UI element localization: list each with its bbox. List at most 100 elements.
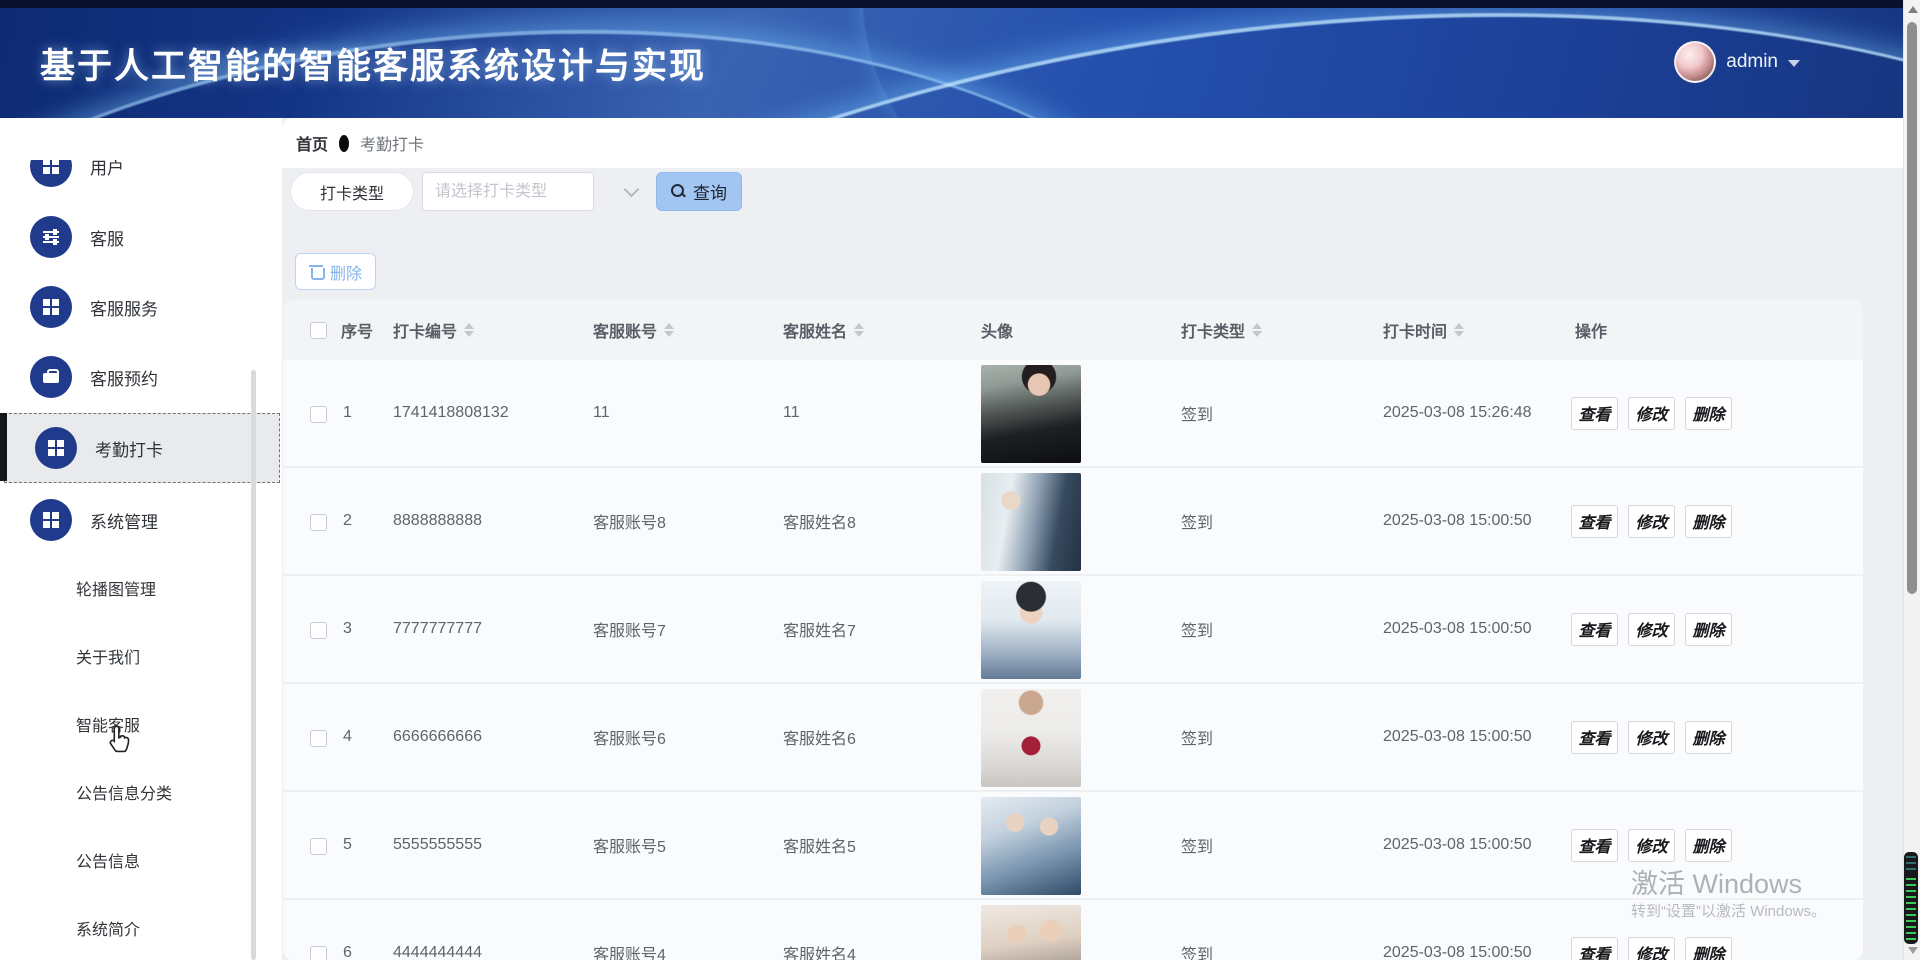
cell-account: 客服账号6 (593, 731, 666, 748)
sidebar-item-system[interactable]: 系统管理 (0, 485, 270, 555)
cell-index: 4 (343, 728, 352, 745)
edit-button[interactable]: 修改 (1628, 936, 1675, 960)
sort-icon[interactable] (664, 323, 675, 337)
cell-time: 2025-03-08 15:00:50 (1383, 836, 1532, 853)
view-button[interactable]: 查看 (1571, 504, 1618, 538)
edit-button[interactable]: 修改 (1628, 612, 1675, 646)
cell-name: 客服姓名7 (783, 623, 856, 640)
cell-index: 3 (343, 620, 352, 637)
table-row: 4 6666666666 客服账号6 客服姓名6 签到 2025-03-08 1… (283, 684, 1863, 792)
sidebar-subitem-notice-category[interactable]: 公告信息分类 (0, 770, 260, 814)
sort-icon[interactable] (1454, 323, 1465, 337)
cell-name: 客服姓名4 (783, 947, 856, 960)
breadcrumb-home[interactable]: 首页 (296, 131, 328, 155)
cell-account: 客服账号5 (593, 839, 666, 856)
sidebar-subitem-carousel[interactable]: 轮播图管理 (0, 566, 260, 610)
scroll-up-arrow-icon[interactable] (1908, 6, 1918, 13)
cell-clock-no: 8888888888 (393, 512, 482, 529)
clock-type-select-input[interactable] (422, 172, 594, 211)
cell-name: 客服姓名8 (783, 515, 856, 532)
sidebar-item-appointment[interactable]: 客服预约 (0, 342, 270, 412)
sort-icon[interactable] (854, 323, 865, 337)
delete-row-button[interactable]: 删除 (1685, 936, 1732, 960)
windows-activation-watermark: 激活 Windows (1631, 869, 1803, 899)
search-button[interactable]: 查询 (656, 172, 742, 211)
delete-row-button[interactable]: 删除 (1685, 396, 1732, 430)
scrollbar-thumb[interactable] (1907, 22, 1917, 594)
col-header-type[interactable]: 打卡类型 (1181, 300, 1263, 360)
edit-button[interactable]: 修改 (1628, 396, 1675, 430)
view-button[interactable]: 查看 (1571, 828, 1618, 862)
cell-type: 签到 (1181, 731, 1214, 748)
col-header-clock-no[interactable]: 打卡编号 (393, 300, 475, 360)
cell-time: 2025-03-08 15:00:50 (1383, 728, 1532, 745)
mouse-cursor-hand-icon (106, 724, 134, 761)
cell-account: 11 (593, 404, 610, 421)
sidebar-subitem-notice[interactable]: 公告信息 (0, 838, 260, 882)
sidebar: 用户 客服 客服服务 客服预约 考勤打卡 系统管理 轮播图管理 关于我们 智能客… (0, 118, 282, 960)
delete-row-button[interactable]: 删除 (1685, 612, 1732, 646)
row-checkbox[interactable] (310, 622, 327, 639)
select-all-checkbox[interactable] (310, 322, 327, 339)
cell-clock-no: 1741418808132 (393, 404, 509, 421)
username[interactable]: admin (1726, 51, 1778, 73)
clock-type-select[interactable] (422, 172, 594, 211)
cell-clock-no: 4444444444 (393, 944, 482, 960)
sort-icon[interactable] (1252, 323, 1263, 337)
edit-button[interactable]: 修改 (1628, 720, 1675, 754)
sidebar-item-agent-service[interactable]: 客服服务 (0, 272, 270, 342)
row-checkbox[interactable] (310, 514, 327, 531)
chevron-down-icon[interactable] (623, 181, 640, 198)
avatar-image (981, 473, 1081, 571)
col-header-account[interactable]: 客服账号 (593, 300, 675, 360)
avatar-image (981, 581, 1081, 679)
user-avatar[interactable] (1674, 41, 1717, 83)
cell-account: 客服账号7 (593, 623, 666, 640)
selected-indicator-bar (0, 413, 7, 481)
view-button[interactable]: 查看 (1571, 396, 1618, 430)
col-header-time[interactable]: 打卡时间 (1383, 300, 1465, 360)
grid-icon (30, 286, 72, 328)
row-checkbox[interactable] (310, 730, 327, 747)
cell-index: 6 (343, 944, 352, 960)
view-button[interactable]: 查看 (1571, 612, 1618, 646)
scroll-down-arrow-icon[interactable] (1908, 947, 1918, 954)
app-header: 基于人工智能的智能客服系统设计与实现 admin (0, 8, 1920, 118)
row-checkbox[interactable] (310, 406, 327, 423)
sliders-icon (30, 216, 72, 258)
sort-icon[interactable] (464, 323, 475, 337)
cell-type: 签到 (1181, 407, 1214, 424)
sidebar-subitem-about[interactable]: 关于我们 (0, 634, 260, 678)
view-button[interactable]: 查看 (1571, 720, 1618, 754)
delete-row-button[interactable]: 删除 (1685, 504, 1732, 538)
cell-index: 1 (343, 404, 352, 421)
row-checkbox[interactable] (310, 838, 327, 855)
cell-time: 2025-03-08 15:00:50 (1383, 620, 1532, 637)
sidebar-item-service-agent[interactable]: 客服 (0, 202, 270, 272)
scrollbar-mini-widget[interactable] (1904, 852, 1918, 944)
delete-row-button[interactable]: 删除 (1685, 828, 1732, 862)
view-button[interactable]: 查看 (1571, 936, 1618, 960)
cell-type: 签到 (1181, 623, 1214, 640)
delete-row-button[interactable]: 删除 (1685, 720, 1732, 754)
edit-button[interactable]: 修改 (1628, 504, 1675, 538)
sidebar-subitem-system-intro[interactable]: 系统简介 (0, 906, 260, 950)
cell-name: 11 (783, 404, 800, 421)
sidebar-scrollbar[interactable] (251, 370, 256, 960)
row-checkbox[interactable] (310, 946, 327, 960)
bulk-delete-button[interactable]: 删除 (295, 253, 377, 290)
col-header-name[interactable]: 客服姓名 (783, 300, 865, 360)
col-header-avatar: 头像 (981, 324, 1014, 341)
cell-clock-no: 5555555555 (393, 836, 482, 853)
edit-button[interactable]: 修改 (1628, 828, 1675, 862)
page-scrollbar[interactable] (1903, 0, 1920, 960)
cell-index: 5 (343, 836, 352, 853)
table-row: 2 8888888888 客服账号8 客服姓名8 签到 2025-03-08 1… (283, 468, 1863, 576)
sidebar-item-attendance[interactable]: 考勤打卡 (4, 413, 280, 483)
table-row: 5 5555555555 客服账号5 客服姓名5 签到 2025-03-08 1… (283, 792, 1863, 900)
avatar-image (981, 365, 1081, 463)
user-menu[interactable]: admin (1674, 41, 1800, 83)
attendance-table: 序号 打卡编号 客服账号 客服姓名 头像 打卡类型 打卡时间 操作 1 1741… (283, 300, 1863, 960)
cell-clock-no: 6666666666 (393, 728, 482, 745)
cell-time: 2025-03-08 15:00:50 (1383, 512, 1532, 529)
